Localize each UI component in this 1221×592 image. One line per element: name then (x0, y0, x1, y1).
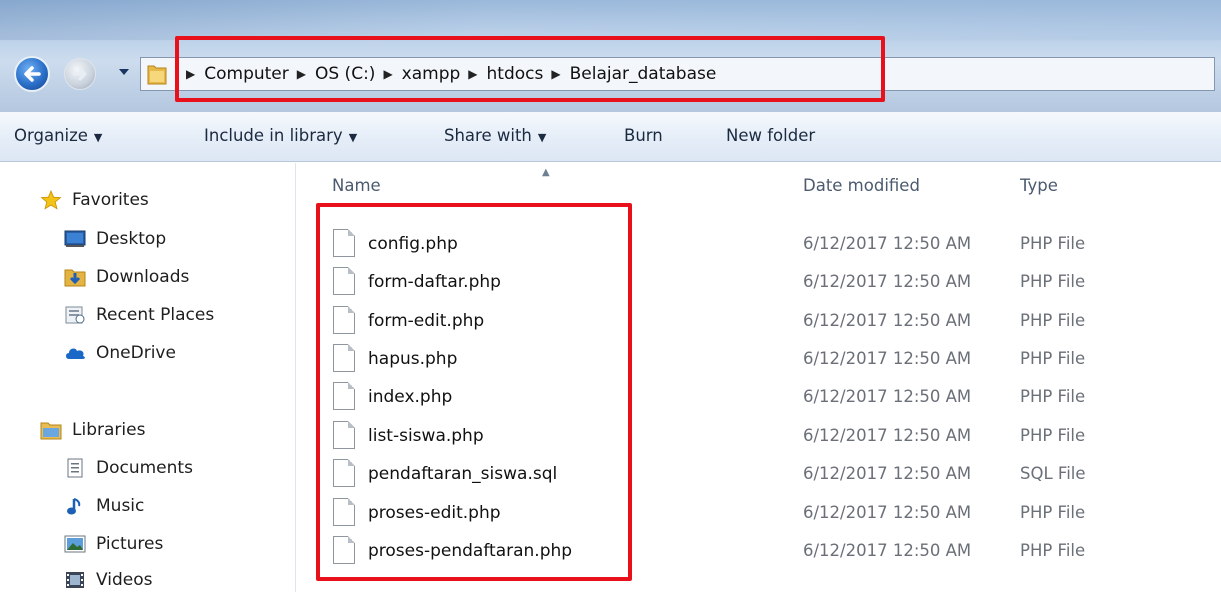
onedrive-icon (64, 343, 86, 363)
back-button[interactable] (14, 56, 50, 92)
sidebar-item-label: Music (96, 496, 145, 516)
sidebar-item-onedrive[interactable]: OneDrive (64, 343, 176, 363)
file-date: 6/12/2017 12:50 AM (803, 349, 972, 368)
chevron-down-icon: ▼ (537, 131, 547, 144)
file-date: 6/12/2017 12:50 AM (803, 503, 972, 522)
navigation-pane (0, 163, 296, 592)
new-folder-button[interactable]: New folder (726, 126, 815, 145)
file-date: 6/12/2017 12:50 AM (803, 426, 972, 445)
pictures-icon (64, 534, 86, 554)
column-header-type[interactable]: Type (1020, 176, 1058, 195)
organize-menu[interactable]: Organize ▼ (14, 126, 102, 145)
file-date: 6/12/2017 12:50 AM (803, 464, 972, 483)
sidebar-item-music[interactable]: Music (64, 496, 144, 516)
sidebar-item-label: Desktop (96, 229, 167, 249)
new-folder-label: New folder (726, 126, 816, 145)
sidebar-item-label: Favorites (72, 190, 149, 210)
file-type: PHP File (1020, 272, 1086, 291)
sidebar-item-label: Videos (96, 570, 153, 590)
sidebar-item-label: Downloads (96, 267, 190, 287)
organize-label: Organize (14, 126, 88, 145)
include-in-library-label: Include in library (204, 126, 343, 145)
sidebar-item-pictures[interactable]: Pictures (64, 534, 163, 554)
sort-ascending-icon: ▲ (542, 167, 550, 178)
documents-icon (64, 458, 86, 478)
file-type: PHP File (1020, 503, 1086, 522)
downloads-icon (64, 267, 86, 287)
file-date: 6/12/2017 12:50 AM (803, 234, 972, 253)
sidebar-item-downloads[interactable]: Downloads (64, 267, 189, 287)
column-header-name[interactable]: Name (332, 176, 381, 195)
recent-places-icon (64, 305, 86, 325)
sidebar-item-documents[interactable]: Documents (64, 458, 193, 478)
command-bar (0, 112, 1221, 162)
include-in-library-menu[interactable]: Include in library ▼ (204, 126, 357, 145)
sidebar-item-libraries[interactable]: Libraries (40, 420, 145, 440)
sidebar-item-label: OneDrive (96, 343, 176, 363)
sidebar-item-favorites[interactable]: Favorites (40, 190, 149, 210)
forward-arrow-icon (72, 67, 87, 81)
sidebar-item-recent-places[interactable]: Recent Places (64, 305, 214, 325)
folder-icon (147, 65, 167, 85)
file-type: PHP File (1020, 234, 1086, 253)
column-header-date-modified[interactable]: Date modified (803, 176, 920, 195)
chevron-down-icon: ▼ (93, 131, 103, 144)
sidebar-item-label: Libraries (72, 420, 146, 440)
file-date: 6/12/2017 12:50 AM (803, 311, 972, 330)
sidebar-item-label: Pictures (96, 534, 164, 554)
file-type: PHP File (1020, 349, 1086, 368)
file-date: 6/12/2017 12:50 AM (803, 541, 972, 560)
desktop-icon (64, 229, 86, 249)
file-type: SQL File (1020, 464, 1086, 483)
forward-button[interactable] (64, 58, 96, 90)
file-list-highlight-box (316, 203, 632, 581)
sidebar-item-desktop[interactable]: Desktop (64, 229, 166, 249)
file-type: PHP File (1020, 541, 1086, 560)
history-dropdown-icon[interactable] (117, 66, 131, 78)
videos-icon (64, 570, 86, 590)
music-icon (64, 496, 86, 516)
star-icon (40, 190, 62, 210)
back-arrow-icon (24, 66, 41, 82)
burn-button[interactable]: Burn (624, 126, 663, 145)
file-type: PHP File (1020, 426, 1086, 445)
libraries-icon (40, 420, 62, 440)
share-with-menu[interactable]: Share with ▼ (444, 126, 546, 145)
share-with-label: Share with (444, 126, 532, 145)
burn-label: Burn (624, 126, 663, 145)
file-date: 6/12/2017 12:50 AM (803, 272, 972, 291)
sidebar-item-label: Recent Places (96, 305, 215, 325)
chevron-down-icon: ▼ (348, 131, 358, 144)
address-highlight-box (175, 36, 885, 102)
file-date: 6/12/2017 12:50 AM (803, 387, 972, 406)
sidebar-item-label: Documents (96, 458, 193, 478)
sidebar-item-videos[interactable]: Videos (64, 570, 153, 590)
file-type: PHP File (1020, 387, 1086, 406)
file-type: PHP File (1020, 311, 1086, 330)
